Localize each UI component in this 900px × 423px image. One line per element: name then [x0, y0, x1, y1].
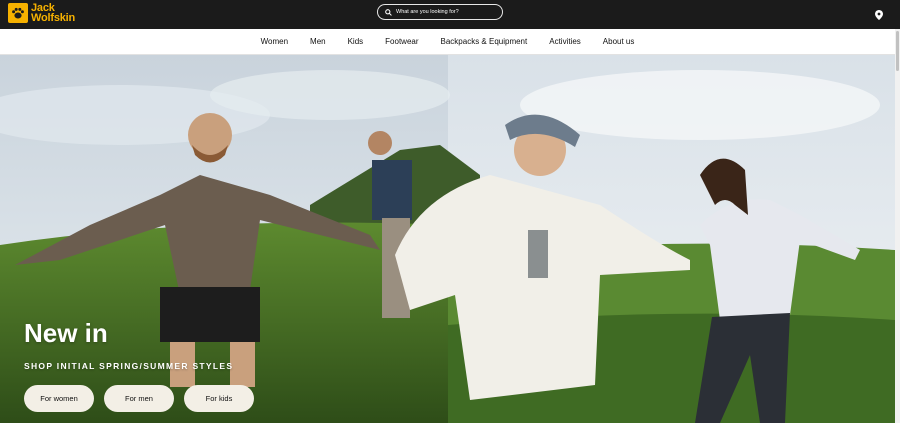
- for-kids-button[interactable]: For kids: [184, 385, 254, 412]
- for-women-button[interactable]: For women: [24, 385, 94, 412]
- page-scrollbar[interactable]: [895, 29, 900, 423]
- nav-item-women[interactable]: Women: [261, 37, 288, 46]
- scrollbar-thumb[interactable]: [896, 31, 899, 71]
- search-icon[interactable]: [385, 3, 392, 21]
- nav-item-activities[interactable]: Activities: [549, 37, 581, 46]
- hero-title: New in: [24, 318, 108, 348]
- nav-item-kids[interactable]: Kids: [348, 37, 364, 46]
- top-header-bar: Jack Wolfskin: [0, 0, 900, 29]
- nav-item-footwear[interactable]: Footwear: [385, 37, 418, 46]
- brand-wordmark: Jack Wolfskin: [31, 3, 76, 24]
- nav-item-backpacks-equipment[interactable]: Backpacks & Equipment: [441, 37, 528, 46]
- nav-item-men[interactable]: Men: [310, 37, 326, 46]
- paw-icon: [8, 3, 28, 23]
- nav-item-about-us[interactable]: About us: [603, 37, 635, 46]
- brand-name-line2: Wolfskin: [31, 12, 76, 24]
- map-pin-icon[interactable]: [875, 7, 883, 25]
- hero-banner[interactable]: New in SHOP INITIAL SPRING/SUMMER STYLES…: [0, 55, 895, 423]
- for-men-button[interactable]: For men: [104, 385, 174, 412]
- brand-logo[interactable]: Jack Wolfskin: [8, 3, 76, 24]
- search-input[interactable]: [396, 9, 496, 15]
- main-navigation: Women Men Kids Footwear Backpacks & Equi…: [0, 29, 895, 55]
- search-box[interactable]: [377, 4, 503, 20]
- hero-subtitle: SHOP INITIAL SPRING/SUMMER STYLES: [24, 361, 234, 371]
